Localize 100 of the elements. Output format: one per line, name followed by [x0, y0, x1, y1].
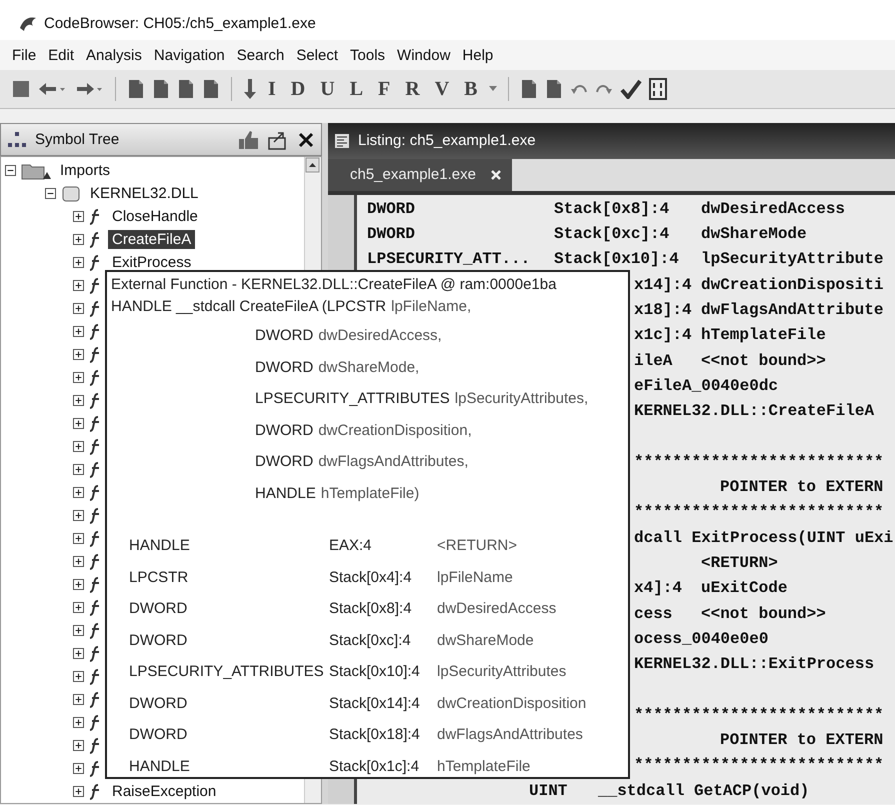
expand-icon[interactable] [73, 303, 84, 314]
code-text: hTemplateFile [701, 326, 826, 344]
tree-item[interactable]: CreateFileA [108, 230, 196, 249]
expand-icon[interactable] [73, 372, 84, 383]
toolbar-button[interactable]: U [316, 78, 339, 100]
toolbar-button[interactable]: V [430, 78, 454, 100]
code-text: <RETURN> [701, 554, 778, 572]
menu-item[interactable]: Edit [42, 44, 80, 66]
expand-icon[interactable] [73, 510, 84, 521]
window-title: CodeBrowser: CH05:/ch5_example1.exe [44, 14, 316, 32]
expand-icon[interactable] [73, 349, 84, 360]
type-text: HANDLE [255, 484, 316, 502]
caret-icon[interactable] [488, 86, 497, 92]
forward-arrow-icon[interactable] [74, 81, 104, 97]
expand-icon[interactable] [73, 602, 84, 613]
close-icon[interactable] [297, 130, 315, 148]
type-text: DWORD [255, 358, 314, 376]
expand-icon[interactable] [73, 648, 84, 659]
menu-item[interactable]: Tools [344, 44, 392, 66]
tree-item[interactable]: RaiseException [108, 782, 220, 801]
collapse-icon[interactable] [45, 188, 56, 199]
tree-icon [7, 130, 27, 150]
file-tab[interactable]: ch5_example1.exe [328, 158, 512, 191]
code-text: <<not bound>> [701, 352, 826, 370]
storage-text: Stack[0xc]:4 [329, 632, 412, 649]
scroll-up-icon[interactable] [305, 157, 320, 173]
toolbar-button[interactable]: I [264, 78, 280, 100]
toolbar-button[interactable]: F [374, 78, 394, 100]
checkmark-icon[interactable] [620, 79, 642, 99]
document-icon[interactable] [202, 79, 220, 99]
code-text: cess [634, 604, 672, 623]
expand-icon[interactable] [73, 533, 84, 544]
param-name: lpSecurityAttributes [437, 663, 566, 680]
expand-icon[interactable] [73, 280, 84, 291]
document-icon[interactable] [152, 79, 170, 99]
redo-icon[interactable] [594, 82, 613, 96]
expand-icon[interactable] [73, 556, 84, 567]
expand-icon[interactable] [73, 740, 84, 751]
storage-text: Stack[0x14]:4 [329, 694, 421, 712]
expand-icon[interactable] [73, 579, 84, 590]
thumbs-up-icon[interactable] [237, 130, 259, 150]
tree-item[interactable]: CloseHandle [108, 207, 202, 226]
tree-item[interactable]: KERNEL32.DLL [86, 184, 202, 203]
type-text: LPSECURITY_ATT... [367, 250, 530, 268]
down-arrow-icon[interactable] [243, 78, 257, 100]
code-text: ocess_0040e0e0 [634, 630, 768, 648]
param-name: lpFileName [437, 568, 513, 586]
undo-icon[interactable] [570, 82, 588, 96]
menu-item[interactable]: Select [290, 44, 344, 66]
back-arrow-icon[interactable] [37, 81, 67, 97]
document-icon[interactable] [127, 79, 145, 99]
menu-item[interactable]: Analysis [80, 44, 148, 66]
toolbar-button[interactable]: B [460, 78, 482, 100]
menu-item[interactable]: Search [230, 44, 290, 66]
param-name: lpSecurityAttributes, [454, 390, 588, 408]
expand-icon[interactable] [73, 694, 84, 705]
section-heading: POINTER to EXTERN [720, 731, 884, 750]
toolbar-button[interactable]: R [401, 78, 424, 100]
expand-icon[interactable] [73, 763, 84, 774]
expand-icon[interactable] [73, 418, 84, 429]
expand-icon[interactable] [73, 234, 84, 245]
expand-icon[interactable] [73, 441, 84, 452]
expand-icon[interactable] [73, 257, 84, 268]
code-text: KERNEL32.DLL::ExitProcess [634, 655, 874, 674]
export-icon[interactable] [267, 130, 289, 150]
menu-item[interactable]: File [6, 44, 42, 66]
tree-item[interactable]: Imports [56, 161, 114, 180]
expand-icon[interactable] [73, 464, 84, 475]
param-name: dwShareMode [437, 632, 534, 649]
param-name: dwFlagsAndAttributes, [318, 453, 468, 470]
document-icon[interactable] [177, 79, 195, 99]
expand-icon[interactable] [73, 671, 84, 682]
panel-title: Symbol Tree [35, 131, 120, 148]
code-text: ************************** [634, 706, 884, 724]
type-text: DWORD [128, 694, 188, 712]
expand-icon[interactable] [73, 395, 84, 406]
expand-icon[interactable] [73, 717, 84, 728]
storage-text: Stack[0x10]:4 [554, 250, 679, 268]
param-name: hTemplateFile [437, 758, 530, 775]
expand-icon[interactable] [73, 487, 84, 498]
code-text: ************************** [634, 452, 884, 471]
expand-icon[interactable] [73, 625, 84, 636]
stop-icon[interactable] [12, 80, 30, 98]
toolbar-button[interactable]: L [346, 78, 368, 100]
toolbar-button[interactable]: D [286, 78, 310, 100]
menu-item[interactable]: Window [391, 44, 456, 66]
collapse-icon[interactable] [5, 165, 16, 176]
code-text: eFileA_0040e0dc [634, 376, 778, 395]
menu-item[interactable]: Help [456, 44, 500, 66]
menu-item[interactable]: Navigation [148, 44, 231, 66]
expand-icon[interactable] [73, 211, 84, 222]
type-text: DWORD [255, 422, 314, 439]
panel-title: Listing: ch5_example1.exe [358, 132, 536, 150]
storage-text: EAX:4 [329, 537, 373, 554]
binary-icon[interactable] [648, 78, 667, 100]
tree-item[interactable]: ExitProcess [108, 253, 196, 272]
signature-text: HANDLE __stdcall CreateFileA (LPCSTR [111, 298, 386, 317]
type-text: DWORD [128, 726, 188, 744]
expand-icon[interactable] [73, 326, 84, 337]
expand-icon[interactable] [73, 786, 84, 797]
